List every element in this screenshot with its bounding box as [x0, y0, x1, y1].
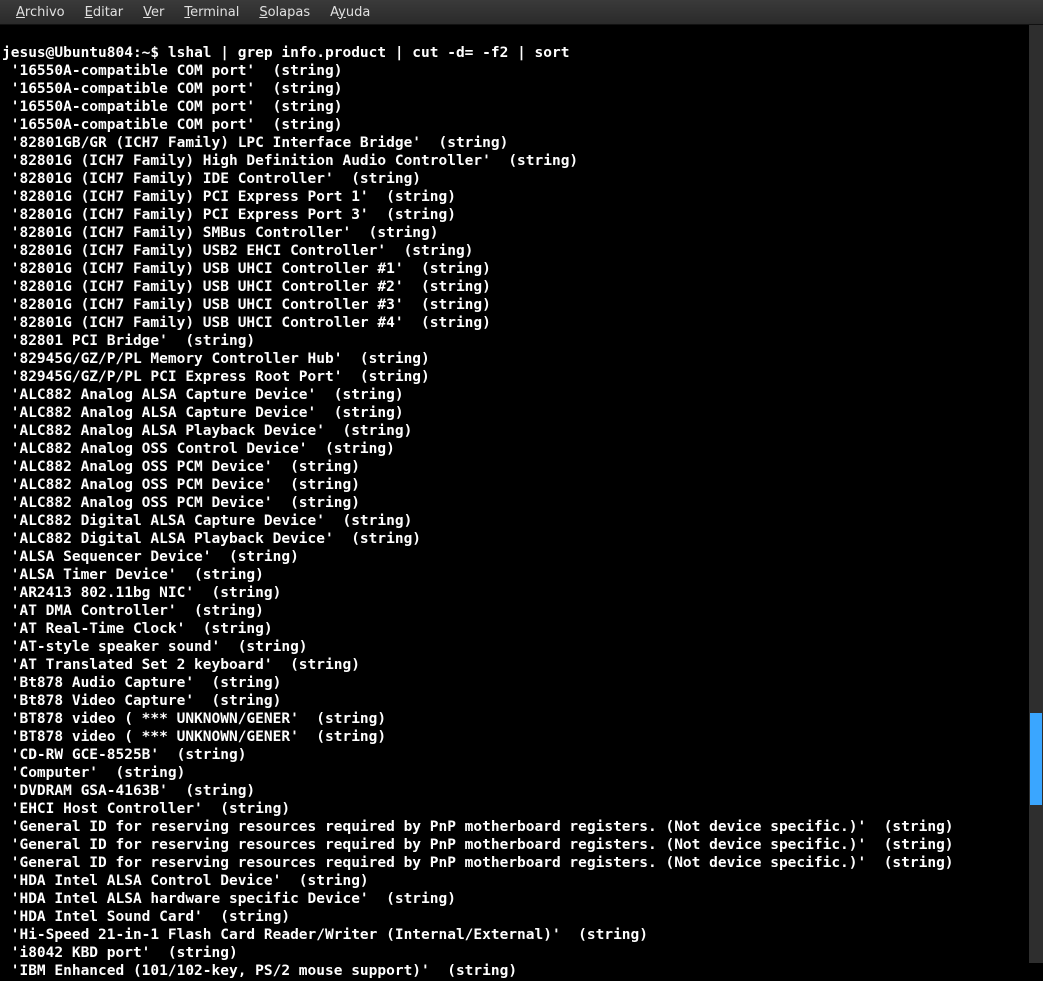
- menu-ver[interactable]: Ver: [133, 3, 174, 22]
- terminal-prompt: jesus@Ubuntu804:~$: [2, 45, 168, 61]
- scrollbar-track[interactable]: [1029, 25, 1043, 963]
- terminal-output: '16550A-compatible COM port' (string) '1…: [2, 62, 1041, 980]
- menu-editar[interactable]: Editar: [75, 3, 134, 22]
- terminal-command: lshal | grep info.product | cut -d= -f2 …: [168, 45, 570, 61]
- menu-archivo[interactable]: Archivo: [6, 3, 75, 22]
- menu-solapas[interactable]: Solapas: [249, 3, 320, 22]
- terminal-area[interactable]: jesus@Ubuntu804:~$ lshal | grep info.pro…: [0, 25, 1043, 963]
- terminal-content[interactable]: jesus@Ubuntu804:~$ lshal | grep info.pro…: [0, 25, 1043, 981]
- menu-ayuda[interactable]: Ayuda: [320, 3, 380, 22]
- menu-terminal[interactable]: Terminal: [174, 3, 249, 22]
- menubar: Archivo Editar Ver Terminal Solapas Ayud…: [0, 0, 1043, 25]
- scrollbar-thumb[interactable]: [1030, 713, 1042, 805]
